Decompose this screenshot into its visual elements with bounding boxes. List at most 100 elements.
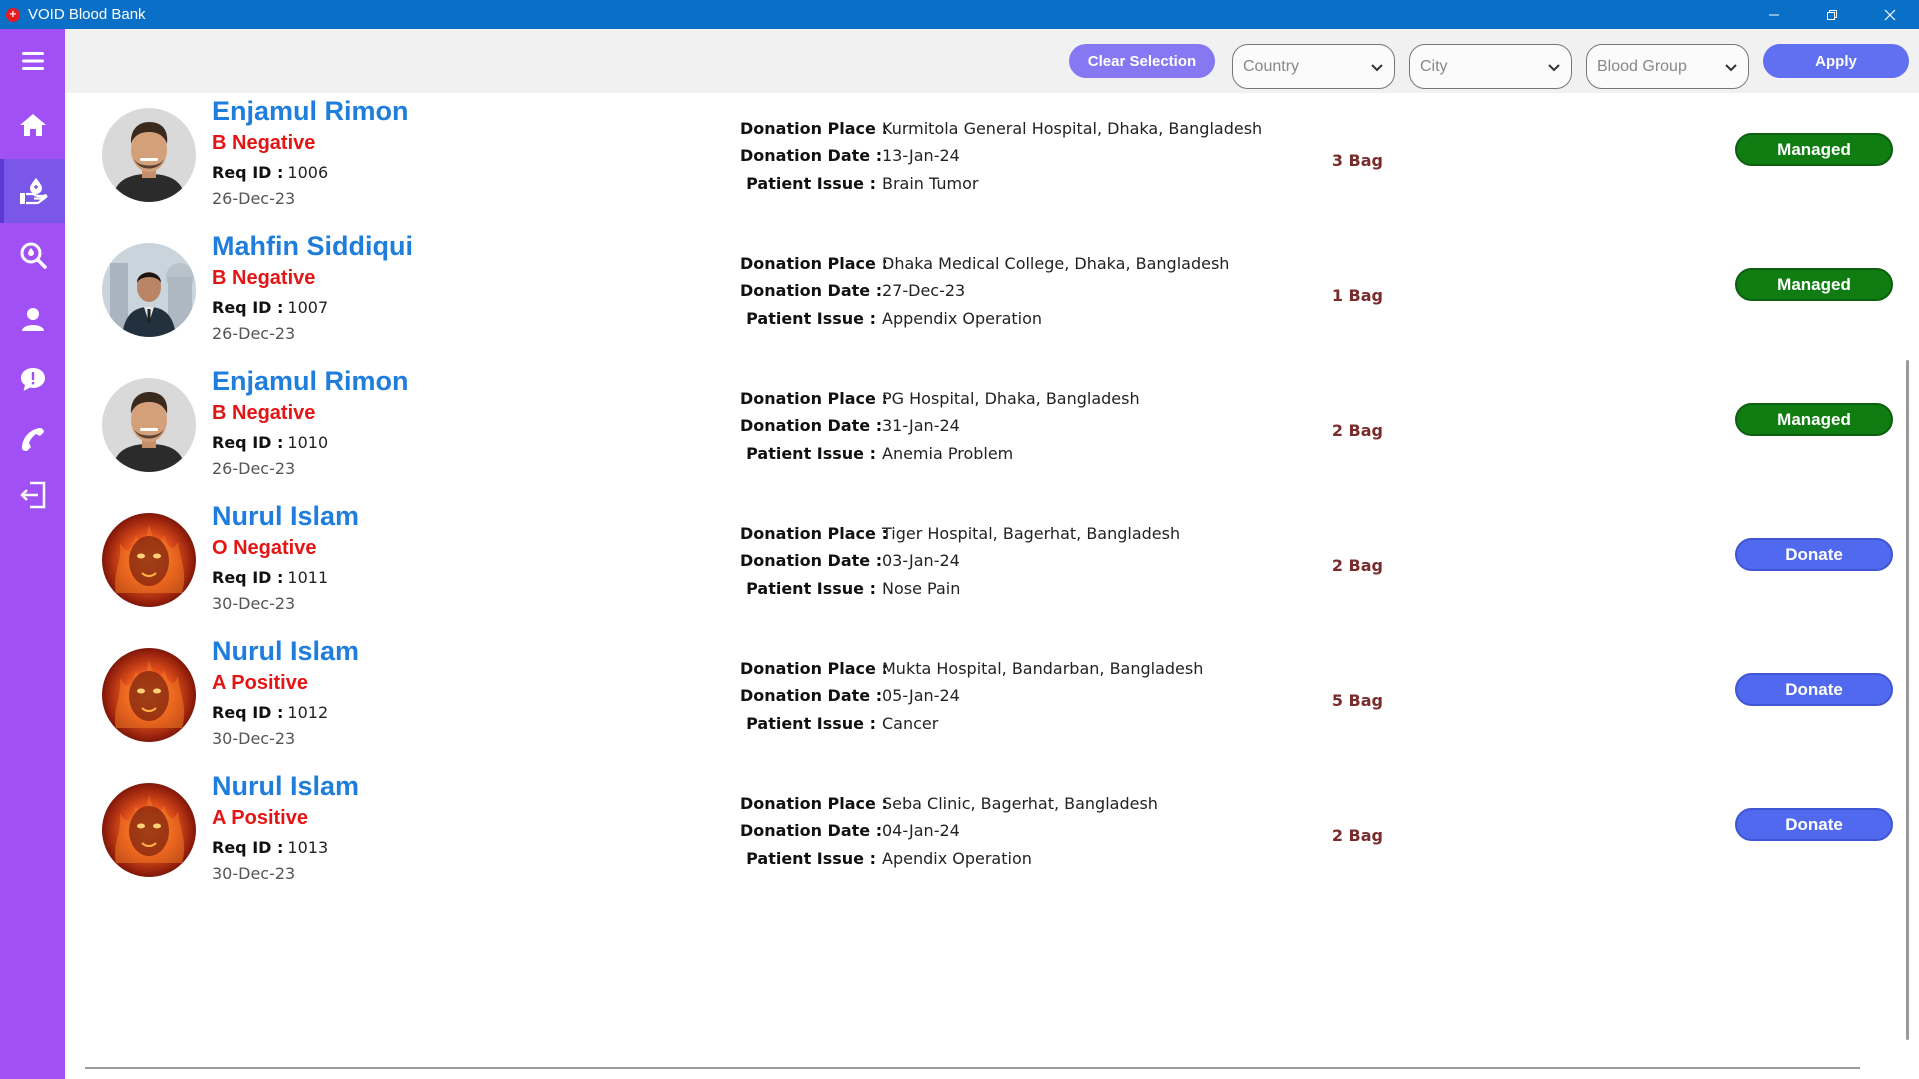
bag-count: 2 Bag: [1331, 556, 1383, 575]
request-date: 26-Dec-23: [212, 324, 296, 343]
req-id-row: Req ID :1011: [212, 568, 328, 587]
clear-selection-button[interactable]: Clear Selection: [1069, 44, 1215, 78]
horizontal-scrollbar[interactable]: [85, 1067, 1860, 1069]
patient-issue-value: Brain Tumor: [882, 174, 979, 193]
donate-button[interactable]: Donate: [1735, 673, 1893, 706]
req-id-row: Req ID :1006: [212, 163, 328, 182]
vertical-scrollbar[interactable]: [1906, 360, 1909, 1040]
donation-date-label: Donation Date :: [740, 146, 883, 165]
managed-button[interactable]: Managed: [1735, 133, 1893, 166]
patient-issue-row: Patient Issue : Nose Pain: [740, 579, 960, 598]
donation-date-value: 31-Jan-24: [882, 416, 960, 435]
chat-icon: [20, 368, 45, 391]
city-dropdown[interactable]: City: [1409, 44, 1572, 89]
avatar: [102, 648, 196, 742]
bag-count: 3 Bag: [1331, 151, 1383, 170]
requester-name[interactable]: Enjamul Rimon: [212, 96, 409, 127]
blood-group-dropdown-label: Blood Group: [1597, 57, 1687, 75]
request-date: 26-Dec-23: [212, 459, 296, 478]
requester-name[interactable]: Nurul Islam: [212, 771, 359, 802]
blood-group: A Positive: [212, 672, 308, 694]
donation-date-row: Donation Date :27-Dec-23: [740, 281, 965, 300]
req-id-row: Req ID :1012: [212, 703, 328, 722]
sidebar: [0, 29, 65, 1079]
avatar: [102, 783, 196, 877]
donate-button[interactable]: Donate: [1735, 538, 1893, 571]
blood-group: B Negative: [212, 267, 316, 289]
managed-button[interactable]: Managed: [1735, 268, 1893, 301]
patient-issue-label: Patient Issue :: [746, 714, 876, 733]
donation-place-row: Donation Place : PG Hospital, Dhaka, Bang…: [740, 389, 1140, 408]
blood-group: A Positive: [212, 807, 308, 829]
req-id-label: Req ID :: [212, 433, 284, 452]
managed-button[interactable]: Managed: [1735, 403, 1893, 436]
donation-date-value: 03-Jan-24: [882, 551, 960, 570]
sidebar-item-contact[interactable]: [0, 407, 65, 471]
window-title: VOID Blood Bank: [28, 6, 146, 23]
patient-issue-row: Patient Issue : Anemia Problem: [740, 444, 1013, 463]
country-dropdown-label: Country: [1243, 57, 1300, 75]
donation-place-label: Donation Place :: [740, 119, 888, 138]
sidebar-item-logout[interactable]: [0, 463, 65, 527]
donation-date-row: Donation Date :03-Jan-24: [740, 551, 960, 570]
restore-icon[interactable]: [1803, 0, 1861, 29]
req-id-label: Req ID :: [212, 298, 284, 317]
user-icon: [21, 308, 44, 331]
bag-count: 2 Bag: [1331, 421, 1383, 440]
patient-issue-value: Nose Pain: [882, 579, 961, 598]
requester-name[interactable]: Nurul Islam: [212, 501, 359, 532]
req-id-label: Req ID :: [212, 703, 284, 722]
sidebar-item-donation[interactable]: [0, 159, 65, 223]
blood-donation-icon: [19, 178, 47, 205]
donation-date-label: Donation Date :: [740, 551, 883, 570]
donation-date-value: 05-Jan-24: [882, 686, 960, 705]
donation-place-label: Donation Place :: [740, 794, 888, 813]
donation-place-label: Donation Place :: [740, 524, 888, 543]
sidebar-item-home[interactable]: [0, 93, 65, 157]
req-id-value: 1011: [287, 568, 329, 587]
donation-date-value: 27-Dec-23: [882, 281, 966, 300]
donation-date-label: Donation Date :: [740, 416, 883, 435]
logout-icon: [19, 481, 45, 509]
req-id-row: Req ID :1010: [212, 433, 328, 452]
city-dropdown-label: City: [1420, 57, 1448, 75]
search-icon: [20, 242, 47, 269]
donation-date-label: Donation Date :: [740, 686, 883, 705]
requester-name[interactable]: Nurul Islam: [212, 636, 359, 667]
minimize-icon[interactable]: [1745, 0, 1803, 29]
request-card: Nurul Islam A Positive Req ID :1013 30-Dec-…: [65, 771, 1899, 943]
avatar: [102, 108, 196, 202]
country-dropdown[interactable]: Country: [1232, 44, 1395, 89]
donation-date-label: Donation Date :: [740, 281, 883, 300]
patient-issue-label: Patient Issue :: [746, 309, 876, 328]
req-id-value: 1006: [287, 163, 329, 182]
req-id-value: 1010: [287, 433, 329, 452]
phone-icon: [21, 428, 44, 451]
donation-date-row: Donation Date :04-Jan-24: [740, 821, 960, 840]
bag-count: 5 Bag: [1331, 691, 1383, 710]
blood-group-dropdown[interactable]: Blood Group: [1586, 44, 1749, 89]
donation-place-row: Donation Place : Kurmitola General Hospit…: [740, 119, 1262, 138]
donation-date-label: Donation Date :: [740, 821, 883, 840]
requester-name[interactable]: Enjamul Rimon: [212, 366, 409, 397]
donation-place-row: Donation Place : Dhaka Medical College, D…: [740, 254, 1229, 273]
apply-button[interactable]: Apply: [1763, 44, 1909, 78]
donation-place-value: Seba Clinic, Bagerhat, Bangladesh: [882, 794, 1158, 813]
donation-place-row: Donation Place : Mukta Hospital, Bandarba…: [740, 659, 1203, 678]
close-icon[interactable]: [1861, 0, 1919, 29]
requester-name[interactable]: Mahfin Siddiqui: [212, 231, 413, 262]
patient-issue-value: Apendix Operation: [882, 849, 1032, 868]
sidebar-item-menu[interactable]: [0, 29, 65, 93]
sidebar-item-profile[interactable]: [0, 287, 65, 351]
sidebar-item-chat[interactable]: [0, 347, 65, 411]
req-id-value: 1012: [287, 703, 329, 722]
menu-icon: [21, 52, 44, 70]
sidebar-item-search[interactable]: [0, 223, 65, 287]
donate-button[interactable]: Donate: [1735, 808, 1893, 841]
donation-place-value: Tiger Hospital, Bagerhat, Bangladesh: [882, 524, 1181, 543]
patient-issue-value: Appendix Operation: [882, 309, 1043, 328]
donation-place-row: Donation Place : Tiger Hospital, Bagerhat…: [740, 524, 1180, 543]
request-date: 30-Dec-23: [212, 864, 296, 883]
patient-issue-row: Patient Issue : Cancer: [740, 714, 938, 733]
req-id-label: Req ID :: [212, 838, 284, 857]
